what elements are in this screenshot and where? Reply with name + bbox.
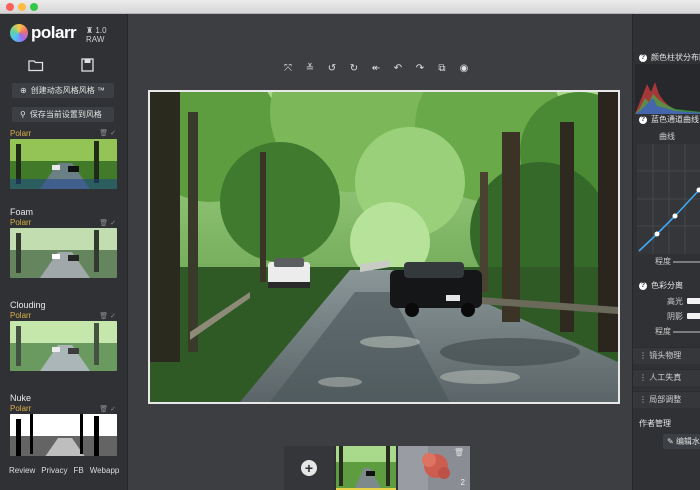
degree-label-2: 程度 [655, 327, 671, 336]
section-artificial-distortion[interactable]: ⋮ 人工失真 [633, 369, 700, 386]
preview-eye-icon[interactable]: ◉ [458, 63, 470, 74]
fit-icon[interactable]: ⤧ [282, 63, 294, 74]
blue-curve-header[interactable]: ? 蓝色通道曲线 [639, 114, 699, 125]
polarr-logo-icon [10, 24, 28, 42]
highlights-color-swatch[interactable] [687, 298, 700, 304]
curve-degree-slider[interactable] [673, 261, 700, 263]
help-icon[interactable]: ? [639, 281, 647, 290]
footer-links: Review Privacy FB Webapp [9, 466, 119, 475]
version-label: ♜ 1.0 RAW [86, 26, 107, 44]
curve-editor[interactable] [637, 144, 700, 254]
split-degree-slider[interactable] [673, 331, 700, 333]
filters-sidebar: polarr ♜ 1.0 RAW ⊕ 创建动态风格风格 ™ ⚲ 保存当前设置到风… [0, 14, 128, 490]
compare-icon[interactable]: ⧉ [436, 63, 448, 74]
close-window-button[interactable] [6, 3, 14, 11]
plus-icon: + [301, 460, 317, 476]
window-titlebar [0, 0, 700, 14]
trash-icon[interactable]: 🗑 [454, 448, 464, 457]
section-lens-physics[interactable]: ⋮ 镜头物理 [633, 347, 700, 364]
filter-name: Foam [10, 207, 34, 217]
filter-thumbnail[interactable] [10, 414, 117, 456]
plus-circle-icon: ⊕ [20, 86, 27, 95]
filter-name: Nuke [10, 393, 32, 403]
filter-item-nuke[interactable]: Nuke Polarr 🗑 ✓ [10, 393, 118, 456]
filter-actions-icons[interactable]: 🗑 ✓ [99, 129, 116, 137]
shadows-color-swatch[interactable] [687, 313, 700, 319]
filter-thumbnail[interactable] [10, 321, 117, 371]
filter-actions-icons[interactable]: 🗑 ✓ [99, 219, 116, 227]
save-icon[interactable] [80, 58, 96, 72]
curve-label: 曲线 [659, 132, 675, 141]
polarr-logo: polarr [10, 22, 77, 44]
filter-thumbnail[interactable] [10, 228, 117, 278]
webapp-link[interactable]: Webapp [90, 466, 120, 475]
filter-name: Clouding [10, 300, 46, 310]
zoom-window-button[interactable] [30, 3, 38, 11]
histogram-header[interactable]: ? 颜色柱状分布图 [639, 52, 700, 63]
save-style-label: 保存当前设置到风格 [29, 110, 102, 119]
rotate-right-icon[interactable]: ↻ [348, 63, 360, 74]
filmstrip-photo-flower[interactable]: 🗑 2 [398, 446, 470, 490]
create-dynamic-style-button[interactable]: ⊕ 创建动态风格风格 ™ [12, 83, 114, 98]
open-folder-icon[interactable] [28, 58, 44, 72]
author-management-title: 作者管理 [639, 419, 671, 428]
highlights-label: 高光 [667, 297, 683, 306]
curve-section-title: 蓝色通道曲线 [651, 115, 699, 124]
privacy-link[interactable]: Privacy [41, 466, 67, 475]
split-toning-header[interactable]: ? 色彩分离 [639, 280, 683, 291]
filter-thumbnail[interactable] [10, 139, 117, 189]
logo-wordmark: polarr [31, 23, 77, 42]
help-icon[interactable]: ? [639, 115, 647, 124]
filter-actions-icons[interactable]: 🗑 ✓ [99, 405, 116, 413]
shadows-label: 阴影 [667, 312, 683, 321]
editor-canvas-area: ⤧ ≚ ↺ ↻ ↞ ↶ ↷ ⧉ ◉ + 🗑 2 [128, 14, 632, 490]
edit-watermark-button[interactable]: ✎ 编辑水 [663, 434, 700, 449]
filter-item-clouding[interactable]: Clouding Polarr 🗑 ✓ [10, 300, 118, 371]
filmstrip-photo-forest[interactable] [336, 446, 396, 490]
photo-count: 2 [460, 478, 465, 487]
save-current-style-button[interactable]: ⚲ 保存当前设置到风格 [12, 107, 114, 122]
undo-all-icon[interactable]: ↞ [370, 63, 382, 74]
minimize-window-button[interactable] [18, 3, 26, 11]
straighten-icon[interactable]: ≚ [304, 63, 316, 74]
filter-item-polarr[interactable]: Polarr 🗑 ✓ [10, 129, 118, 189]
pin-icon: ⚲ [20, 110, 26, 119]
histogram-graph [635, 64, 700, 114]
undo-icon[interactable]: ↶ [392, 63, 404, 74]
polarr-app: polarr ♜ 1.0 RAW ⊕ 创建动态风格风格 ™ ⚲ 保存当前设置到风… [0, 14, 700, 490]
section-label: 局部调整 [649, 395, 682, 404]
adjustments-panel: ? 颜色柱状分布图 ? 蓝色通道曲线 曲线 [632, 14, 700, 490]
filmstrip: + 🗑 2 [284, 446, 470, 490]
facebook-link[interactable]: FB [73, 466, 83, 475]
filter-item-foam[interactable]: Foam Polarr 🗑 ✓ [10, 207, 118, 278]
section-local-adjustment[interactable]: ⋮ 局部调整 [633, 391, 700, 408]
main-photo-preview[interactable] [148, 90, 620, 404]
rotate-left-icon[interactable]: ↺ [326, 63, 338, 74]
degree-label: 程度 [655, 257, 671, 266]
histogram-title: 颜色柱状分布图 [651, 53, 700, 62]
section-label: 镜头物理 [649, 351, 682, 360]
pencil-icon: ✎ [667, 437, 674, 446]
add-photo-button[interactable]: + [284, 446, 334, 490]
redo-icon[interactable]: ↷ [414, 63, 426, 74]
filter-actions-icons[interactable]: 🗑 ✓ [99, 312, 116, 320]
review-link[interactable]: Review [9, 466, 35, 475]
create-style-label: 创建动态风格风格 ™ [30, 86, 105, 95]
split-toning-title: 色彩分离 [651, 281, 683, 290]
section-label: 人工失真 [649, 373, 682, 382]
image-toolbar: ⤧ ≚ ↺ ↻ ↞ ↶ ↷ ⧉ ◉ [282, 63, 470, 74]
edit-watermark-label: 编辑水 [675, 437, 700, 446]
help-icon[interactable]: ? [639, 53, 647, 62]
